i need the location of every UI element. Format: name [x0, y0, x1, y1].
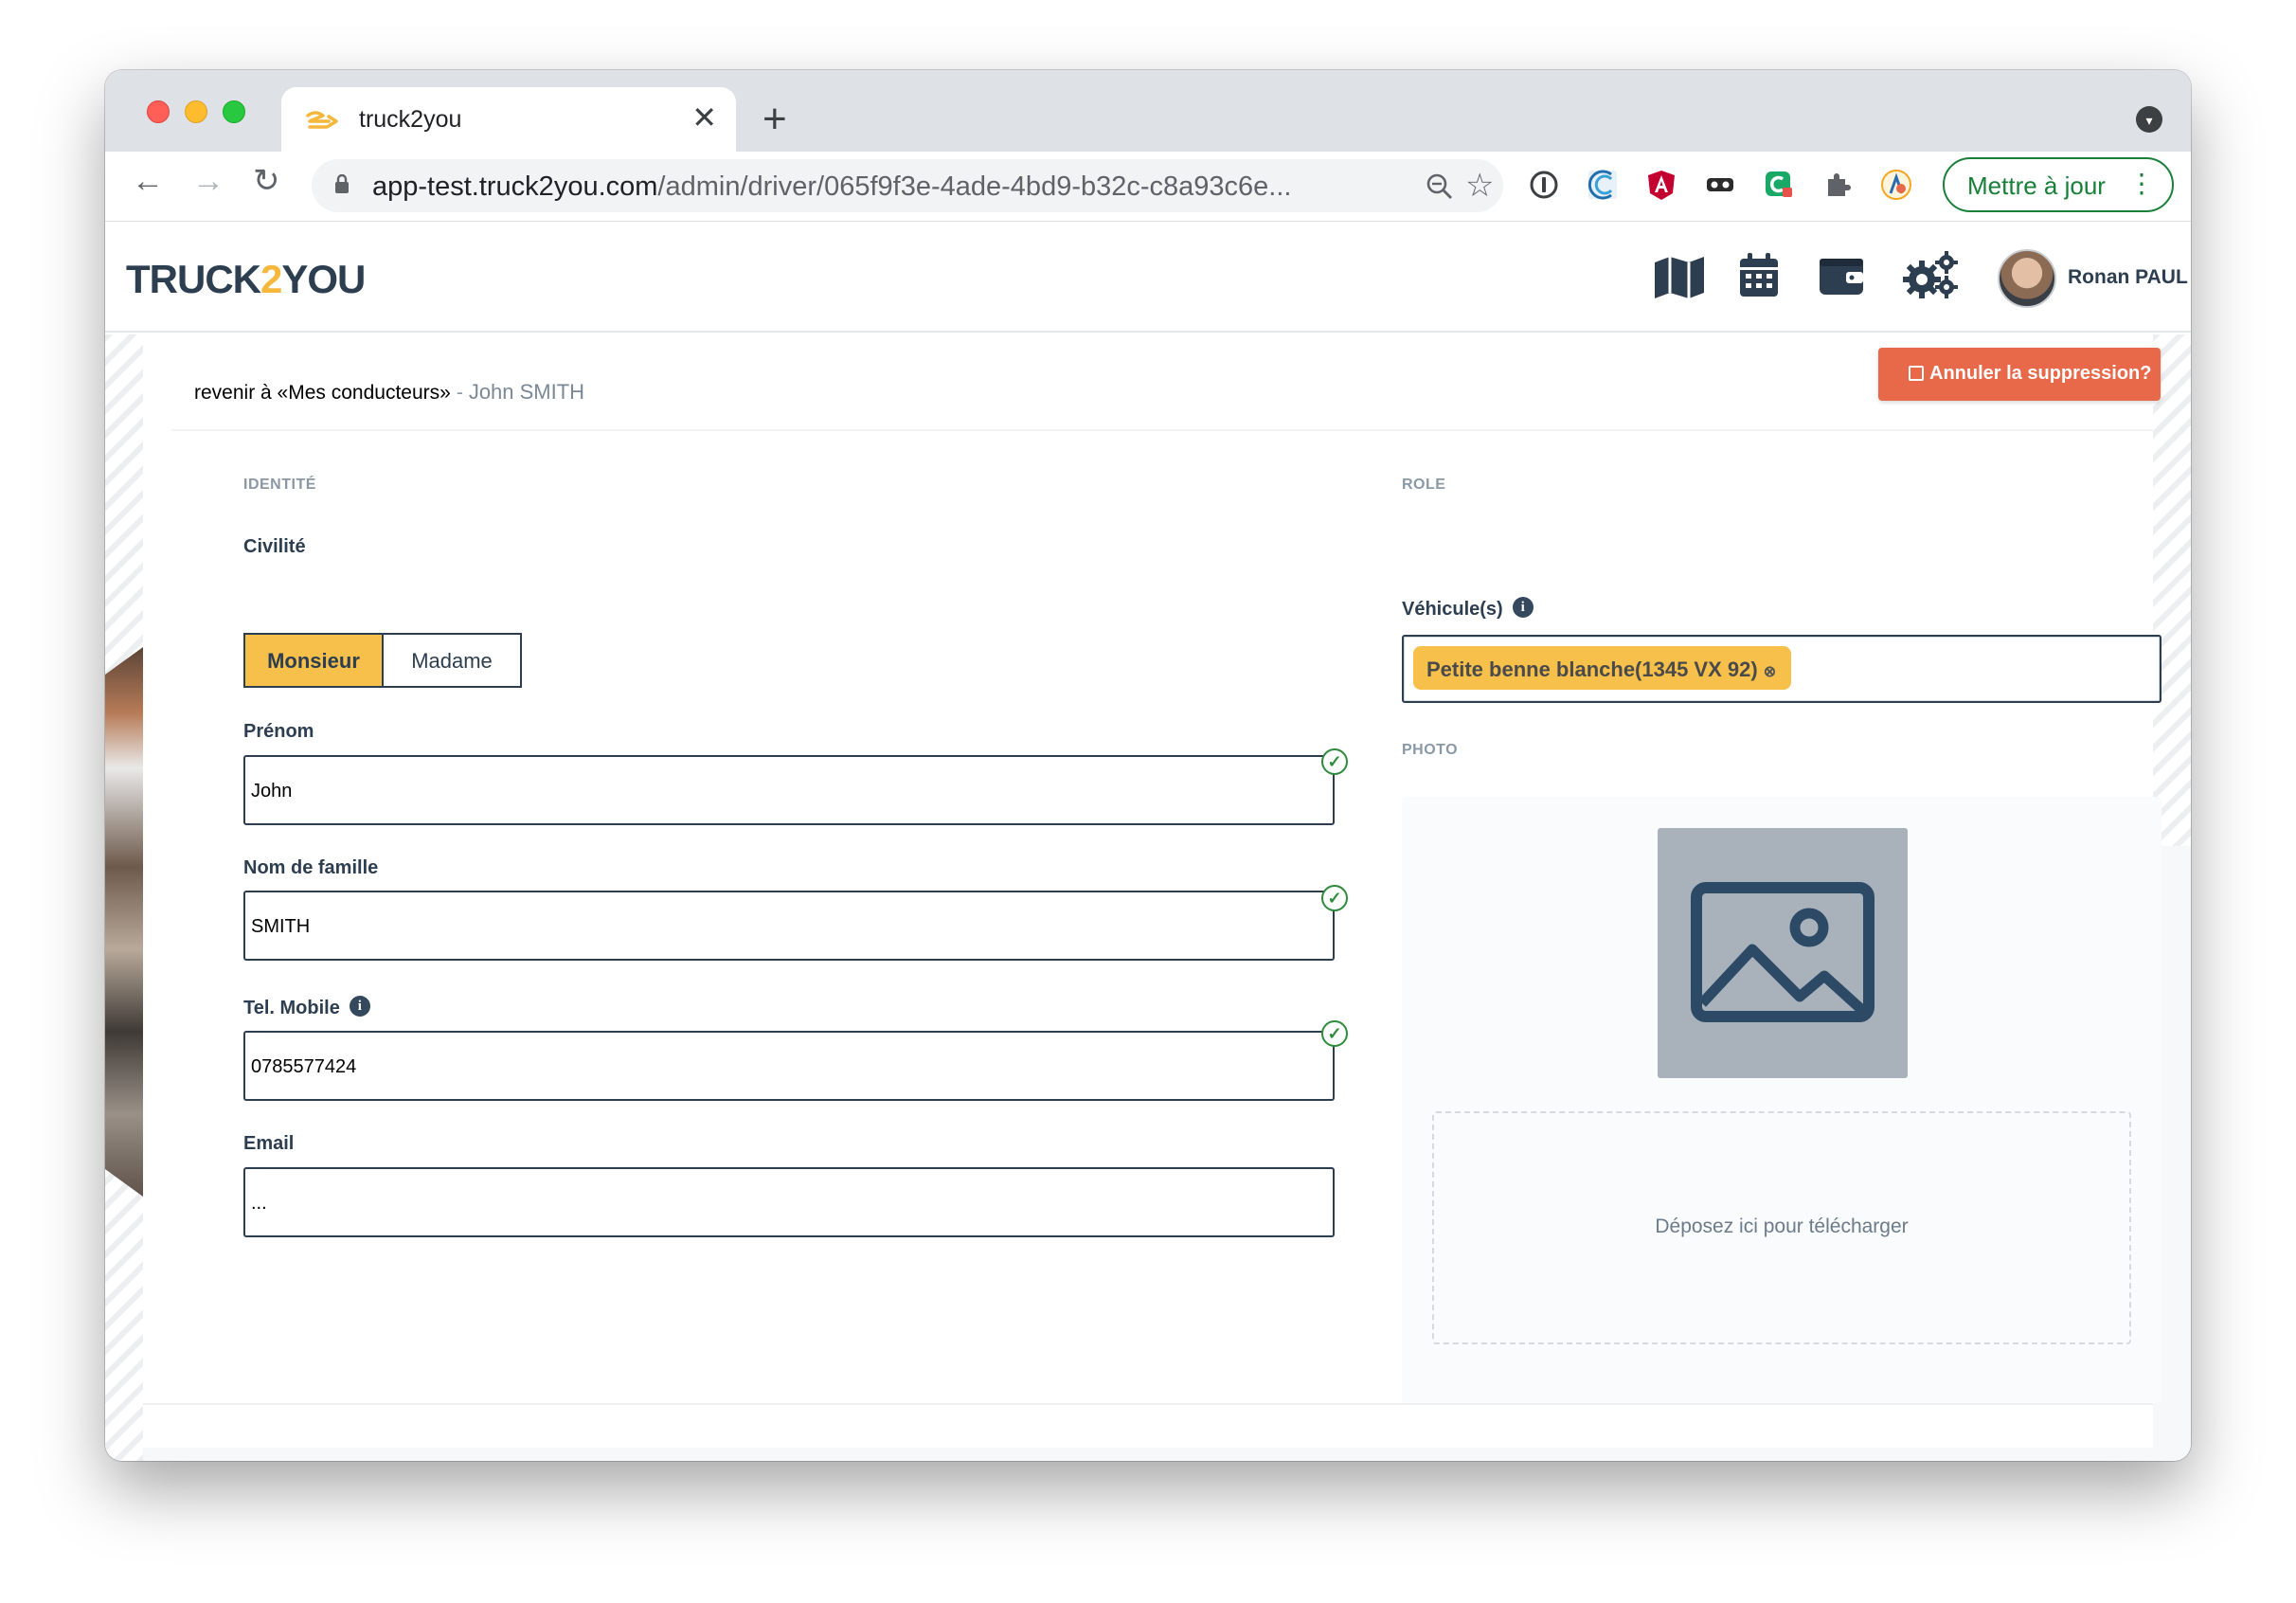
- wave-extension-icon[interactable]: [1587, 169, 1619, 201]
- profile-extension-icon[interactable]: [1880, 169, 1912, 201]
- password-manager-extension-icon[interactable]: [1528, 169, 1560, 201]
- driver-edit-card: revenir à «Mes conducteurs» - John SMITH A…: [143, 334, 2161, 1448]
- browser-window: truck2you ✕ + ▾ ← → ↻ app-test.truck2you…: [105, 70, 2191, 1461]
- minimize-window-button[interactable]: [185, 100, 207, 123]
- breadcrumb: revenir à «Mes conducteurs» - John SMITH: [194, 380, 584, 405]
- mobile-label: Tel. Mobile i: [243, 996, 370, 1019]
- page-content: revenir à «Mes conducteurs» - John SMITH A…: [105, 334, 2191, 1461]
- identity-section-title: IDENTITÉ: [243, 477, 316, 493]
- logo-text-you: YOU: [281, 257, 366, 301]
- url-host: app-test.truck2you.com: [372, 171, 658, 202]
- url-text: app-test.truck2you.com/admin/driver/065f…: [372, 171, 1291, 203]
- update-browser-button[interactable]: Mettre à jour ⋮: [1943, 157, 2174, 212]
- address-bar[interactable]: app-test.truck2you.com/admin/driver/065f…: [312, 159, 1503, 212]
- mobile-input[interactable]: 0785577424: [243, 1031, 1335, 1101]
- role-section-title: ROLE: [1402, 477, 1446, 493]
- vehicles-label: Véhicule(s) i: [1402, 597, 1534, 621]
- photo-placeholder: [1658, 828, 1908, 1078]
- image-placeholder-icon: [1691, 882, 1874, 1022]
- last-name-label: Nom de famille: [243, 857, 379, 878]
- breadcrumb-current: John SMITH: [468, 380, 585, 404]
- map-icon[interactable]: [1653, 255, 1706, 300]
- lock-icon: [335, 174, 349, 193]
- maximize-window-button[interactable]: [223, 100, 245, 123]
- photo-panel: Déposez ici pour télécharger: [1402, 797, 2161, 1403]
- breadcrumb-divider: [171, 429, 2153, 431]
- puzzle-extensions-icon[interactable]: [1821, 169, 1854, 201]
- civility-label: Civilité: [243, 536, 306, 557]
- user-name[interactable]: Ronan PAUL: [2068, 266, 2188, 289]
- first-name-input[interactable]: John: [243, 755, 1335, 825]
- cancel-deletion-button[interactable]: Annuler la suppression?: [1878, 348, 2161, 401]
- remove-tag-icon[interactable]: ⊗: [1764, 664, 1776, 680]
- app-header: TRUCK2YOU Ronan PAUL: [105, 223, 2191, 333]
- civility-madame-button[interactable]: Madame: [384, 633, 522, 688]
- tab-close-icon[interactable]: ✕: [691, 102, 717, 133]
- bookmark-star-icon[interactable]: ☆: [1465, 167, 1494, 205]
- first-name-label: Prénom: [243, 721, 314, 742]
- vehicle-tag[interactable]: Petite benne blanche(1345 VX 92) ⊗: [1413, 646, 1792, 690]
- vehicles-label-text: Véhicule(s): [1402, 599, 1503, 620]
- tab-strip: truck2you ✕ + ▾: [105, 70, 2191, 152]
- mobile-info-icon[interactable]: i: [349, 996, 370, 1017]
- first-name-valid-icon: ✓: [1321, 748, 1348, 775]
- reload-icon[interactable]: ↻: [253, 165, 280, 197]
- mobile-label-text: Tel. Mobile: [243, 998, 340, 1018]
- cancel-deletion-label: Annuler la suppression?: [1929, 363, 2152, 384]
- browser-tab-active[interactable]: truck2you ✕: [281, 87, 736, 152]
- tab-title: truck2you: [359, 106, 462, 133]
- card-footer-divider: [143, 1403, 2153, 1405]
- user-avatar[interactable]: [1998, 249, 2056, 308]
- checkbox-icon: [1909, 366, 1924, 381]
- email-input[interactable]: ...: [243, 1167, 1335, 1237]
- incognito-extension-icon[interactable]: [1704, 169, 1736, 201]
- close-window-button[interactable]: [147, 100, 170, 123]
- logo-text-two: 2: [260, 257, 282, 301]
- civility-toggle: Monsieur Madame: [243, 633, 522, 688]
- calendar-icon[interactable]: [1738, 251, 1780, 298]
- dropzone-text: Déposez ici pour télécharger: [1655, 1216, 1909, 1237]
- url-path: /admin/driver/065f9f3e-4ade-4bd9-b32c-c8…: [657, 171, 1292, 202]
- last-name-valid-icon: ✓: [1321, 885, 1348, 911]
- browser-toolbar: ← → ↻ app-test.truck2you.com/admin/drive…: [105, 152, 2191, 222]
- right-decorative-stripes: [2153, 334, 2191, 846]
- tab-search-icon[interactable]: ▾: [2136, 106, 2162, 133]
- angular-devtools-icon[interactable]: [1645, 169, 1677, 201]
- photo-section-title: PHOTO: [1402, 742, 1459, 758]
- forward-arrow-icon[interactable]: →: [192, 165, 224, 197]
- back-arrow-icon[interactable]: ←: [132, 165, 164, 197]
- wallet-icon[interactable]: [1818, 257, 1865, 297]
- email-label: Email: [243, 1133, 295, 1154]
- mobile-valid-icon: ✓: [1321, 1020, 1348, 1047]
- zoom-icon[interactable]: [1426, 172, 1454, 201]
- vehicle-tag-label: Petite benne blanche(1345 VX 92): [1426, 657, 1758, 681]
- background-truck-photo: [105, 647, 143, 1197]
- grammar-extension-icon[interactable]: [1763, 169, 1795, 201]
- photo-dropzone[interactable]: Déposez ici pour télécharger: [1432, 1111, 2131, 1344]
- new-tab-button[interactable]: +: [762, 99, 787, 140]
- more-vertical-icon[interactable]: ⋮: [2128, 171, 2155, 197]
- truck2you-favicon-icon: [306, 111, 338, 129]
- vehicles-info-icon[interactable]: i: [1512, 597, 1534, 618]
- breadcrumb-separator: -: [456, 382, 463, 404]
- last-name-input[interactable]: SMITH: [243, 891, 1335, 961]
- truck2you-logo[interactable]: TRUCK2YOU: [126, 257, 366, 302]
- vehicles-select[interactable]: Petite benne blanche(1345 VX 92) ⊗: [1402, 635, 2161, 703]
- logo-text-truck: TRUCK: [126, 257, 261, 301]
- back-to-drivers-link[interactable]: revenir à «Mes conducteurs»: [194, 382, 451, 404]
- settings-gears-icon[interactable]: [1903, 251, 1960, 300]
- update-button-label: Mettre à jour: [1967, 171, 2106, 200]
- civility-monsieur-button[interactable]: Monsieur: [243, 633, 384, 688]
